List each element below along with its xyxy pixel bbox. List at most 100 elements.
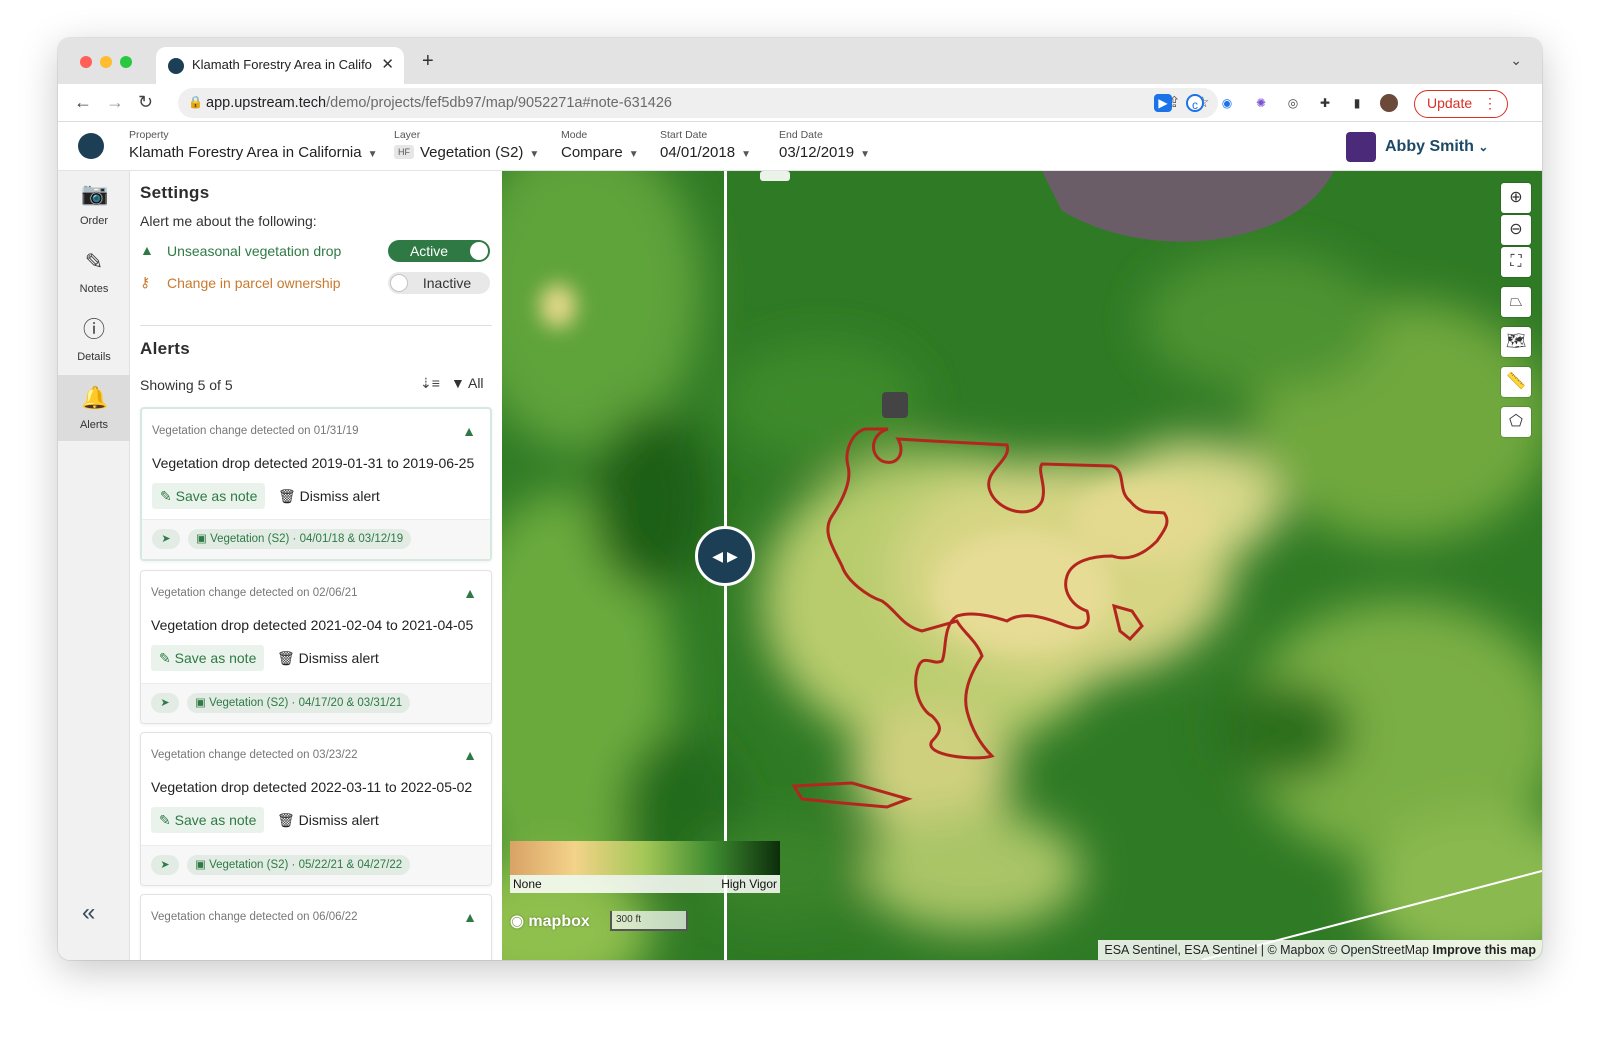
eye-icon[interactable]: ◎ <box>1284 94 1302 112</box>
setting-parcel-ownership: ⚷ Change in parcel ownership Inactive <box>140 272 492 296</box>
trash-icon: 🗑 <box>277 650 295 666</box>
update-button[interactable]: Update ⋮ <box>1414 90 1508 118</box>
map-view[interactable]: ◀ ▶ ⊕ ⊖ ⛶ ⏢ 🗺 📏 ⬠ None High Vigor ◉ mapb… <box>502 171 1542 960</box>
close-tab-icon[interactable]: ✕ <box>381 55 394 73</box>
attribution-text: ESA Sentinel, ESA Sentinel | © Mapbox © … <box>1104 943 1430 957</box>
setting-vegetation-drop: ▲ Unseasonal vegetation drop Active <box>140 240 492 264</box>
mode-label: Mode <box>561 129 588 141</box>
more-icon: ⋮ <box>1483 95 1497 111</box>
upstream-logo-icon[interactable] <box>78 133 104 159</box>
profile-avatar[interactable] <box>1380 94 1398 112</box>
alert-text: Vegetation drop detected 2021-02-04 to 2… <box>151 617 474 633</box>
filter-icon: ▼ <box>451 375 465 391</box>
measure-ruler-icon[interactable]: 📏 <box>1501 367 1531 397</box>
mode-value: Compare <box>561 144 623 161</box>
alert-card[interactable]: Vegetation change detected on 01/31/19 ▲… <box>140 407 492 561</box>
close-window-button[interactable] <box>80 56 92 68</box>
dismiss-alert-button[interactable]: 🗑 Dismiss alert <box>278 483 380 509</box>
vegetation-drop-toggle[interactable]: Active <box>388 240 490 262</box>
legend-labels: None High Vigor <box>510 875 780 893</box>
navigate-icon[interactable]: ➤ <box>151 855 179 875</box>
zoom-in-icon[interactable]: ⊕ <box>1501 183 1531 213</box>
dismiss-alert-button[interactable]: 🗑 Dismiss alert <box>277 645 379 671</box>
address-bar[interactable]: 🔒 app.upstream.tech/demo/projects/fef5db… <box>178 88 1218 118</box>
map-layers-icon[interactable]: 🗺 <box>1501 327 1531 357</box>
browser-tab[interactable]: Klamath Forestry Area in California ✕ <box>156 47 404 84</box>
compare-swipe-handle[interactable]: ◀ ▶ <box>695 526 755 586</box>
layer-chip[interactable]: ▣ Vegetation (S2) · 04/01/18 & 03/12/19 <box>188 529 412 549</box>
map-marker-icon[interactable] <box>882 392 908 418</box>
start-date-selector[interactable]: Start Date 04/01/2018 ▼ <box>660 129 751 161</box>
end-date-selector[interactable]: End Date 03/12/2019 ▼ <box>779 129 870 161</box>
rail-item-order[interactable]: 📷 Order <box>58 171 130 237</box>
extension-icon[interactable]: ✺ <box>1252 94 1270 112</box>
legend-max-label: High Vigor <box>721 877 777 891</box>
property-value: Klamath Forestry Area in California <box>129 144 362 161</box>
minimize-window-button[interactable] <box>100 56 112 68</box>
settings-title: Settings <box>140 183 210 202</box>
navigate-icon[interactable]: ➤ <box>152 529 180 549</box>
extension-icon[interactable]: c <box>1186 94 1204 112</box>
tree-icon: ▲ <box>140 242 154 258</box>
alert-card-footer: ➤ ▣ Vegetation (S2) · 04/17/20 & 03/31/2… <box>141 683 491 723</box>
property-selector[interactable]: Property Klamath Forestry Area in Califo… <box>129 129 378 161</box>
alert-card[interactable]: Vegetation change detected on 03/23/22 ▲… <box>140 732 492 886</box>
tab-search-chevron-icon[interactable]: ⌄ <box>1510 52 1522 69</box>
legend-min-label: None <box>513 877 542 891</box>
draw-shape-icon[interactable]: ⬠ <box>1501 407 1531 437</box>
improve-map-link[interactable]: Improve this map <box>1433 943 1537 957</box>
url-text: app.upstream.tech/demo/projects/fef5db97… <box>206 95 672 111</box>
alert-card[interactable]: Vegetation change detected on 06/06/22 ▲ <box>140 894 492 960</box>
navigate-icon[interactable]: ➤ <box>151 693 179 713</box>
layer-value: Vegetation (S2) <box>420 144 524 161</box>
alert-date: Vegetation change detected on 03/23/22 <box>151 749 358 761</box>
draw-polygon-icon[interactable]: ⏢ <box>1501 287 1531 317</box>
camera-icon: 📷 <box>81 181 109 206</box>
browser-toolbar: ← → ↻ 🔒 app.upstream.tech/demo/projects/… <box>58 84 1542 122</box>
start-date-value: 04/01/2018 <box>660 144 736 161</box>
maximize-window-button[interactable] <box>120 56 132 68</box>
mode-selector[interactable]: Mode Compare ▼ <box>561 129 639 161</box>
dismiss-alert-button[interactable]: 🗑 Dismiss alert <box>277 807 379 833</box>
reload-button[interactable]: ↻ <box>138 92 153 113</box>
caret-down-icon: ▼ <box>741 149 751 160</box>
zoom-out-icon[interactable]: ⊖ <box>1501 215 1531 245</box>
user-avatar[interactable] <box>1346 132 1376 162</box>
mapbox-logo[interactable]: ◉ mapbox <box>510 911 590 931</box>
tree-icon: ▲ <box>462 423 476 439</box>
layer-selector[interactable]: Layer HF Vegetation (S2) ▼ <box>394 129 539 161</box>
layer-chip[interactable]: ▣ Vegetation (S2) · 05/22/21 & 04/27/22 <box>187 855 411 875</box>
property-label: Property <box>129 129 169 141</box>
forward-button[interactable]: → <box>106 92 124 113</box>
user-menu[interactable]: Abby Smith ⌄ <box>1385 138 1488 156</box>
parcel-ownership-toggle[interactable]: Inactive <box>388 272 490 294</box>
filter-button[interactable]: ▼ All <box>451 375 484 391</box>
extension-icon[interactable]: ◉ <box>1218 94 1236 112</box>
rail-item-notes[interactable]: ✎ Notes <box>58 239 130 305</box>
rail-item-alerts[interactable]: 🔔 Alerts <box>58 375 130 441</box>
save-as-note-button[interactable]: ✎ Save as note <box>151 807 265 833</box>
new-tab-button[interactable]: + <box>422 50 434 73</box>
layer-chip[interactable]: ▣ Vegetation (S2) · 04/17/20 & 03/31/21 <box>187 693 411 713</box>
puzzle-icon[interactable]: ✚ <box>1316 94 1334 112</box>
back-button[interactable]: ← <box>74 92 92 113</box>
info-icon: ⓘ <box>82 317 105 342</box>
collapse-sidebar-icon[interactable]: « <box>82 899 95 927</box>
save-as-note-button[interactable]: ✎ Save as note <box>152 483 266 509</box>
alert-card[interactable]: Vegetation change detected on 02/06/21 ▲… <box>140 570 492 724</box>
lock-icon[interactable]: 🔒 <box>188 95 203 109</box>
browser-tab-bar: Klamath Forestry Area in California ✕ + … <box>58 38 1542 84</box>
rail-item-details[interactable]: ⓘ Details <box>58 307 130 373</box>
settings-subtitle: Alert me about the following: <box>140 213 317 229</box>
mapbox-icon: ◉ <box>510 913 524 930</box>
map-toolbar: ⊕ ⊖ ⛶ ⏢ 🗺 📏 ⬠ <box>1501 183 1531 439</box>
extension-icon[interactable]: ▶ <box>1154 94 1172 112</box>
fit-bounds-icon[interactable]: ⛶ <box>1501 247 1531 277</box>
sidebar-icon[interactable]: ▮ <box>1348 94 1366 112</box>
alert-date: Vegetation change detected on 06/06/22 <box>151 911 358 923</box>
alerts-sidebar: Settings Alert me about the following: ▲… <box>130 171 502 960</box>
tree-icon: ▲ <box>463 909 477 925</box>
trash-icon: 🗑 <box>278 488 296 504</box>
sort-icon[interactable]: ⇣≡ <box>420 375 440 392</box>
save-as-note-button[interactable]: ✎ Save as note <box>151 645 265 671</box>
